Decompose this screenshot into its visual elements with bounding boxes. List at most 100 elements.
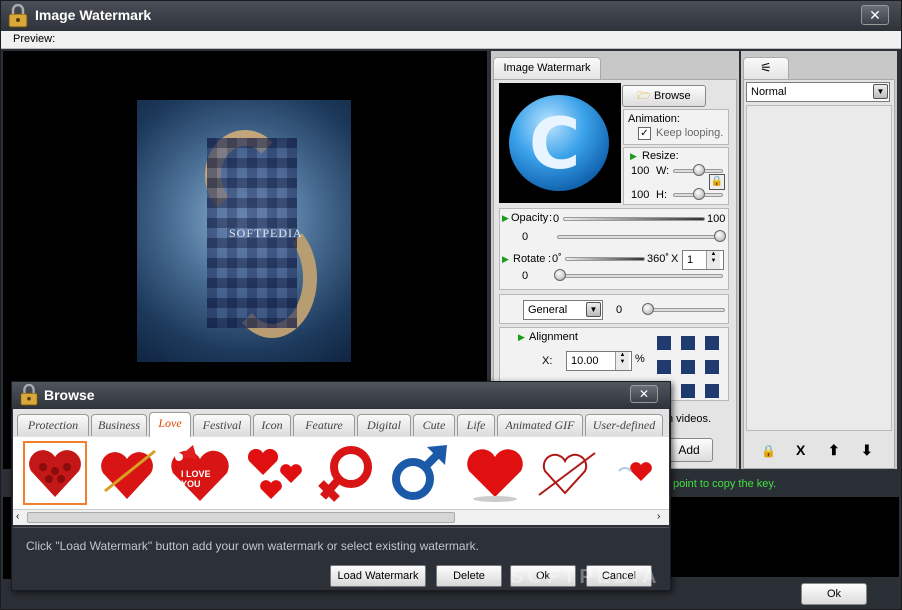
rotate-min: 0˚: [552, 253, 562, 265]
delete-icon[interactable]: X: [796, 442, 805, 458]
percent-label: %: [635, 353, 645, 365]
opacity-slider-knob[interactable]: [714, 230, 726, 242]
alignment-triangle-icon: ▶: [518, 332, 525, 342]
opacity-range-bar: [563, 217, 705, 221]
divider: [13, 527, 669, 528]
tab-user-defined[interactable]: User-defined: [585, 414, 663, 436]
tab-protection[interactable]: Protection: [17, 414, 89, 436]
thumbnail-winged-heart[interactable]: [605, 441, 669, 505]
tab-festival[interactable]: Festival: [193, 414, 251, 436]
lock-icon[interactable]: 🔒: [761, 444, 776, 458]
browse-dialog-title-bar: Browse ✕: [12, 382, 670, 408]
rose-heart-icon: [29, 450, 81, 497]
layer-mode-dropdown-arrow-icon[interactable]: ▼: [873, 84, 888, 99]
x-label: X:: [542, 355, 553, 367]
resize-triangle-icon: ▶: [630, 151, 637, 161]
keep-looping-label: Keep looping.: [656, 127, 724, 139]
opacity-triangle-icon: ▶: [502, 213, 509, 223]
lock-app-icon: [20, 384, 38, 406]
blend-dropdown-arrow-icon[interactable]: ▼: [586, 302, 601, 317]
thumbnail-male-symbol[interactable]: [387, 441, 451, 505]
preview-image: SOFTPEDIA: [137, 100, 351, 362]
menu-bar: Preview:: [1, 31, 901, 49]
add-button[interactable]: Add: [665, 438, 713, 462]
copyright-icon: C: [509, 95, 609, 191]
rotate-value: 0: [522, 270, 529, 282]
window-title: Image Watermark: [35, 7, 152, 23]
thumbnail-red-heart[interactable]: [463, 441, 527, 505]
layer-mode-select[interactable]: Normal: [746, 82, 890, 102]
animation-label: Animation:: [628, 113, 680, 125]
title-bar: Image Watermark ✕: [1, 1, 901, 31]
male-symbol-icon: [392, 445, 447, 500]
tab-cute[interactable]: Cute: [413, 414, 455, 436]
window-close-button[interactable]: ✕: [861, 5, 889, 25]
width-slider-knob[interactable]: [693, 164, 705, 176]
width-value: 100: [631, 165, 650, 177]
tab-digital[interactable]: Digital: [357, 414, 411, 436]
rotate-max: 360˚: [647, 253, 670, 265]
folder-icon: 🗁: [637, 90, 651, 102]
blend-slider[interactable]: [643, 308, 725, 312]
height-value: 100: [631, 189, 650, 201]
tab-love[interactable]: Love: [149, 412, 191, 437]
thumbnail-female-symbol[interactable]: [315, 441, 379, 505]
thumbnail-rose-heart[interactable]: [23, 441, 87, 505]
up-arrow-icon[interactable]: ⬆: [828, 442, 840, 459]
tab-icon[interactable]: Icon: [253, 414, 291, 436]
blend-value: 0: [616, 304, 623, 316]
i-love-you-text: I LOVE YOU: [181, 469, 211, 489]
thumbnail-small-hearts[interactable]: [245, 441, 309, 505]
arrow-heart-icon: [101, 449, 156, 499]
down-arrow-icon[interactable]: ⬇: [861, 442, 873, 459]
tab-feature[interactable]: Feature: [293, 414, 355, 436]
blend-slider-knob[interactable]: [642, 303, 654, 315]
watermark-thumbnail: C: [499, 83, 621, 203]
thumbnail-arrow-heart[interactable]: [97, 441, 161, 505]
browse-hint-text: Click "Load Watermark" button add your o…: [26, 539, 479, 553]
width-label: W:: [656, 165, 670, 177]
opacity-label: Opacity: [511, 212, 549, 224]
keep-looping-checkbox[interactable]: ✓: [638, 127, 651, 140]
rotate-slider[interactable]: [557, 274, 723, 278]
height-slider-knob[interactable]: [693, 188, 705, 200]
scroll-right-icon[interactable]: ›: [657, 511, 660, 522]
scroll-left-icon[interactable]: ‹: [16, 511, 19, 522]
small-hearts-icon: [247, 448, 302, 499]
category-tabs: Protection Business Love Festival Icon F…: [13, 409, 669, 437]
load-watermark-button[interactable]: Load Watermark: [330, 565, 426, 587]
browse-dialog-close-button[interactable]: ✕: [630, 385, 658, 403]
layer-list[interactable]: [746, 105, 892, 431]
winged-heart-icon: [618, 462, 652, 481]
rotate-slider-knob[interactable]: [554, 269, 566, 281]
tab-life[interactable]: Life: [457, 414, 495, 436]
main-ok-button[interactable]: Ok: [801, 583, 867, 605]
opacity-slider[interactable]: [557, 235, 723, 239]
delete-button[interactable]: Delete: [436, 565, 502, 587]
lock-app-icon: [8, 4, 28, 28]
tab-business[interactable]: Business: [91, 414, 147, 436]
rotate-label: Rotate: [513, 253, 546, 265]
scrollbar-thumb[interactable]: [27, 512, 455, 523]
rotate-count-spinner[interactable]: ▲ ▼: [706, 251, 720, 269]
rotate-triangle-icon: ▶: [502, 254, 509, 264]
thumbnail-sketch-heart[interactable]: [535, 441, 599, 505]
thumbnail-i-love-you-heart[interactable]: I LOVE YOU: [167, 441, 231, 505]
red-heart-icon: [467, 449, 523, 502]
browse-dialog: Browse ✕ Protection Business Love Festiv…: [11, 381, 671, 591]
videos-text: n videos.: [667, 413, 712, 425]
opacity-min: 0: [553, 213, 560, 225]
rotate-x-label: X: [671, 253, 679, 265]
browse-button[interactable]: 🗁 Browse: [622, 85, 706, 107]
tab-animated-gif[interactable]: Animated GIF: [497, 414, 583, 436]
tab-layers[interactable]: ⚟: [743, 57, 789, 79]
sketch-heart-arrow-icon: [538, 452, 596, 496]
browse-dialog-title: Browse: [44, 387, 95, 403]
aspect-lock-icon[interactable]: 🔒: [709, 174, 725, 190]
softpedia-watermark: SOFTPEDIA: [510, 566, 661, 588]
resize-label: Resize:: [642, 150, 679, 162]
thumbnails-scrollbar[interactable]: ‹ ›: [13, 509, 669, 525]
x-spinner[interactable]: ▲ ▼: [615, 352, 629, 370]
layers-icon: ⚟: [760, 60, 772, 75]
tab-image-watermark[interactable]: Image Watermark: [493, 57, 601, 79]
